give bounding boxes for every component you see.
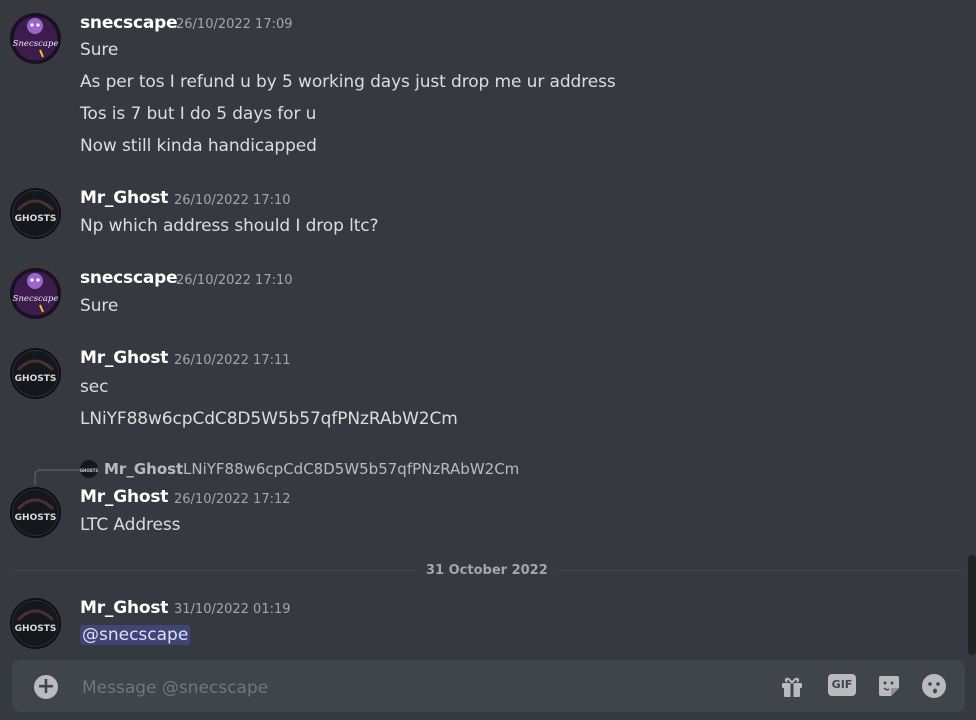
avatar[interactable]: GHOSTS [10, 487, 61, 538]
emoji-icon[interactable] [920, 672, 948, 700]
message-author[interactable]: Mr_Ghost [80, 348, 168, 368]
message-timestamp: 26/10/2022 17:11 [174, 353, 291, 368]
message-text: LTC Address [80, 515, 181, 535]
svg-text:GHOSTS: GHOSTS [15, 374, 57, 384]
message-list: Snecscape snecscape 26/10/2022 17:09 Sur… [0, 0, 976, 660]
scrollbar[interactable] [968, 555, 976, 655]
message-text: LNiYF88w6cpCdC8D5W5b57qfPNzRAbW2Cm [80, 409, 458, 429]
message-author[interactable]: snecscape [80, 268, 178, 288]
avatar[interactable]: GHOSTS [10, 348, 61, 399]
avatar[interactable]: GHOSTS [10, 188, 61, 239]
svg-text:GHOSTS: GHOSTS [15, 214, 57, 224]
user-mention[interactable]: @snecscape [80, 625, 191, 645]
message-author[interactable]: Mr_Ghost [80, 188, 168, 208]
message-text: Sure [80, 296, 119, 316]
svg-text:GHOSTS: GHOSTS [15, 624, 57, 634]
message-text: Sure [80, 40, 119, 60]
gif-icon[interactable]: GIF [828, 674, 856, 696]
svg-text:GHOSTS: GHOSTS [80, 468, 98, 473]
avatar[interactable]: Snecscape [10, 13, 61, 64]
avatar[interactable]: GHOSTS [10, 598, 61, 649]
svg-text:Snecscape: Snecscape [13, 39, 59, 49]
add-attachment-icon[interactable]: + [34, 675, 58, 699]
message-author[interactable]: Mr_Ghost [80, 487, 168, 507]
message-text: Tos is 7 but I do 5 days for u [80, 104, 317, 124]
message-timestamp: 26/10/2022 17:09 [176, 17, 293, 32]
message-text: Np which address should I drop ltc? [80, 216, 379, 236]
message-input[interactable] [80, 674, 684, 702]
sticker-icon[interactable] [875, 672, 903, 700]
reply-connector [34, 469, 80, 485]
message-timestamp: 31/10/2022 01:19 [174, 602, 291, 617]
svg-text:GHOSTS: GHOSTS [15, 513, 57, 523]
gift-icon[interactable] [778, 672, 806, 700]
message-timestamp: 26/10/2022 17:10 [176, 273, 293, 288]
message-text: As per tos I refund u by 5 working days … [80, 72, 616, 92]
reply-avatar[interactable]: GHOSTS [80, 460, 98, 478]
message-timestamp: 26/10/2022 17:10 [174, 193, 291, 208]
avatar[interactable]: Snecscape [10, 268, 61, 319]
reply-preview-text[interactable]: LNiYF88w6cpCdC8D5W5b57qfPNzRAbW2Cm [183, 460, 519, 478]
message-author[interactable]: snecscape [80, 13, 178, 33]
message-text: Now still kinda handicapped [80, 136, 317, 156]
message-composer: + GIF [12, 660, 965, 712]
date-divider-label: 31 October 2022 [418, 563, 556, 578]
message-author[interactable]: Mr_Ghost [80, 598, 168, 618]
svg-text:Snecscape: Snecscape [13, 294, 59, 304]
message-timestamp: 26/10/2022 17:12 [174, 492, 291, 507]
reply-author[interactable]: Mr_Ghost [104, 460, 183, 478]
message-text: sec [80, 377, 109, 397]
